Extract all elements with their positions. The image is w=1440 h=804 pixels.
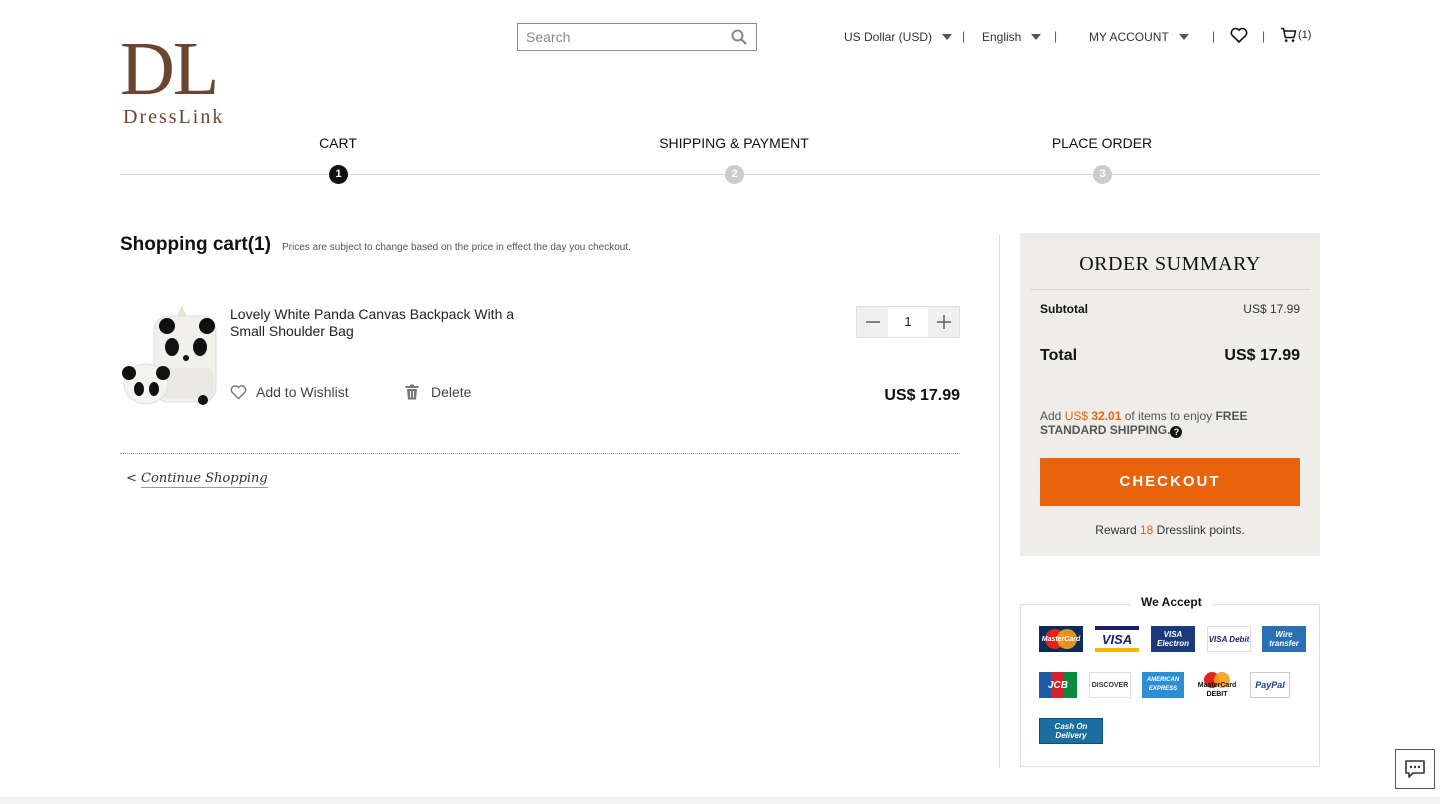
reward-prefix: Reward: [1095, 523, 1140, 537]
shipping-amount: 32.01: [1091, 409, 1122, 423]
add-to-wishlist-button[interactable]: Add to Wishlist: [230, 384, 349, 400]
subtotal-label: Subtotal: [1040, 302, 1088, 316]
search-input[interactable]: [518, 24, 718, 50]
decrease-quantity-button[interactable]: [857, 307, 888, 337]
logo-mark: DL: [120, 27, 219, 111]
cart-title: Shopping cart(1): [120, 234, 271, 255]
divider: [120, 453, 960, 454]
summary-title: ORDER SUMMARY: [1079, 253, 1261, 275]
visa-debit-logo: VISA Debit: [1207, 626, 1251, 652]
paypal-logo: PayPal: [1250, 672, 1290, 698]
wire-transfer-logo: Wire transfer: [1262, 626, 1306, 652]
logo-name: DressLink: [123, 106, 225, 128]
heart-icon: [230, 385, 247, 400]
reward-suffix: Dresslink points.: [1153, 523, 1245, 537]
free-shipping-note: Add US$ 32.01 of items to enjoy FREE STA…: [1040, 409, 1300, 438]
reward-note: Reward 18 Dresslink points.: [1020, 523, 1320, 537]
wishlist-label: Add to Wishlist: [256, 384, 349, 400]
product-name[interactable]: Lovely White Panda Canvas Backpack With …: [230, 306, 530, 340]
nav-separator: |: [1054, 29, 1058, 43]
account-label: MY ACCOUNT: [1089, 30, 1169, 44]
delete-button[interactable]: Delete: [404, 384, 471, 400]
chat-button[interactable]: [1395, 749, 1435, 789]
cart-button[interactable]: (1): [1280, 27, 1311, 43]
trash-icon: [405, 384, 419, 400]
cart-count: (1): [1298, 29, 1312, 41]
step-cart-label: CART: [319, 135, 357, 151]
shipping-middle: of items to enjoy: [1121, 409, 1216, 423]
chevron-down-icon: [942, 34, 953, 40]
continue-shopping-link[interactable]: < Continue Shopping: [126, 471, 268, 488]
search-box: [517, 23, 757, 51]
currency-selector[interactable]: US Dollar (USD): [844, 27, 953, 47]
visa-logo: VISA: [1095, 626, 1139, 652]
shipping-currency: US$: [1064, 409, 1092, 423]
language-label: English: [982, 30, 1022, 44]
minus-icon: [865, 321, 880, 323]
language-selector[interactable]: English: [982, 27, 1042, 47]
step-cart-number: 1: [329, 165, 348, 184]
chevron-down-icon: [1031, 34, 1042, 40]
product-image[interactable]: [120, 304, 220, 408]
chevron-down-icon: [1178, 34, 1189, 40]
total-row: Total US$ 17.99: [1040, 347, 1300, 365]
mastercard-debit-logo: MasterCard DEBIT: [1198, 671, 1236, 699]
nav-separator: |: [1212, 29, 1216, 43]
cash-on-delivery-logo: Cash On Delivery: [1039, 718, 1103, 744]
jcb-logo: JCB: [1039, 672, 1077, 698]
shipping-prefix: Add: [1040, 409, 1065, 423]
account-menu[interactable]: MY ACCOUNT: [1089, 27, 1189, 47]
nav-separator: |: [962, 29, 966, 43]
discover-logo: DISCOVER: [1089, 672, 1131, 698]
quantity-value[interactable]: 1: [888, 307, 928, 337]
column-divider: [999, 234, 1000, 768]
summary-divider: [1030, 289, 1310, 290]
mastercard-logo: MasterCard: [1039, 626, 1083, 652]
cart-icon: [1281, 27, 1297, 42]
page-bottom-edge: [0, 797, 1440, 804]
nav-separator: |: [1262, 29, 1266, 43]
increase-quantity-button[interactable]: [928, 307, 959, 337]
quantity-stepper: 1: [856, 306, 960, 338]
step-shipping-label: SHIPPING & PAYMENT: [659, 135, 809, 151]
continue-shopping-label: Continue Shopping: [141, 471, 268, 488]
item-price: US$ 17.99: [884, 387, 960, 404]
price-note: Prices are subject to change based on th…: [282, 242, 631, 253]
subtotal-row: Subtotal US$ 17.99: [1040, 302, 1300, 316]
subtotal-value: US$ 17.99: [1243, 302, 1300, 316]
currency-label: US Dollar (USD): [844, 30, 933, 44]
total-value: US$ 17.99: [1224, 347, 1300, 364]
american-express-logo: AMERICAN EXPRESS: [1142, 672, 1184, 698]
total-label: Total: [1040, 347, 1078, 364]
payment-methods: We Accept MasterCard VISA VISA Electron …: [1020, 595, 1320, 767]
heart-icon[interactable]: [1230, 27, 1248, 43]
visa-electron-logo: VISA Electron: [1151, 626, 1195, 652]
progress-line: [120, 174, 1320, 175]
back-chevron: <: [126, 471, 137, 486]
payment-methods-title: We Accept: [1131, 595, 1212, 609]
step-order-number: 3: [1093, 165, 1112, 184]
help-icon[interactable]: ?: [1170, 426, 1183, 438]
reward-points: 18: [1139, 523, 1154, 537]
step-order-label: PLACE ORDER: [1051, 135, 1153, 151]
delete-label: Delete: [431, 384, 472, 400]
step-shipping-number: 2: [725, 165, 744, 184]
chat-icon: [1405, 760, 1425, 778]
checkout-button[interactable]: CHECKOUT: [1040, 458, 1300, 506]
site-logo[interactable]: DL DressLink: [120, 27, 244, 128]
plus-icon: [936, 315, 951, 329]
search-icon[interactable]: [731, 29, 747, 45]
order-summary: ORDER SUMMARY Subtotal US$ 17.99 Total U…: [1020, 233, 1320, 556]
